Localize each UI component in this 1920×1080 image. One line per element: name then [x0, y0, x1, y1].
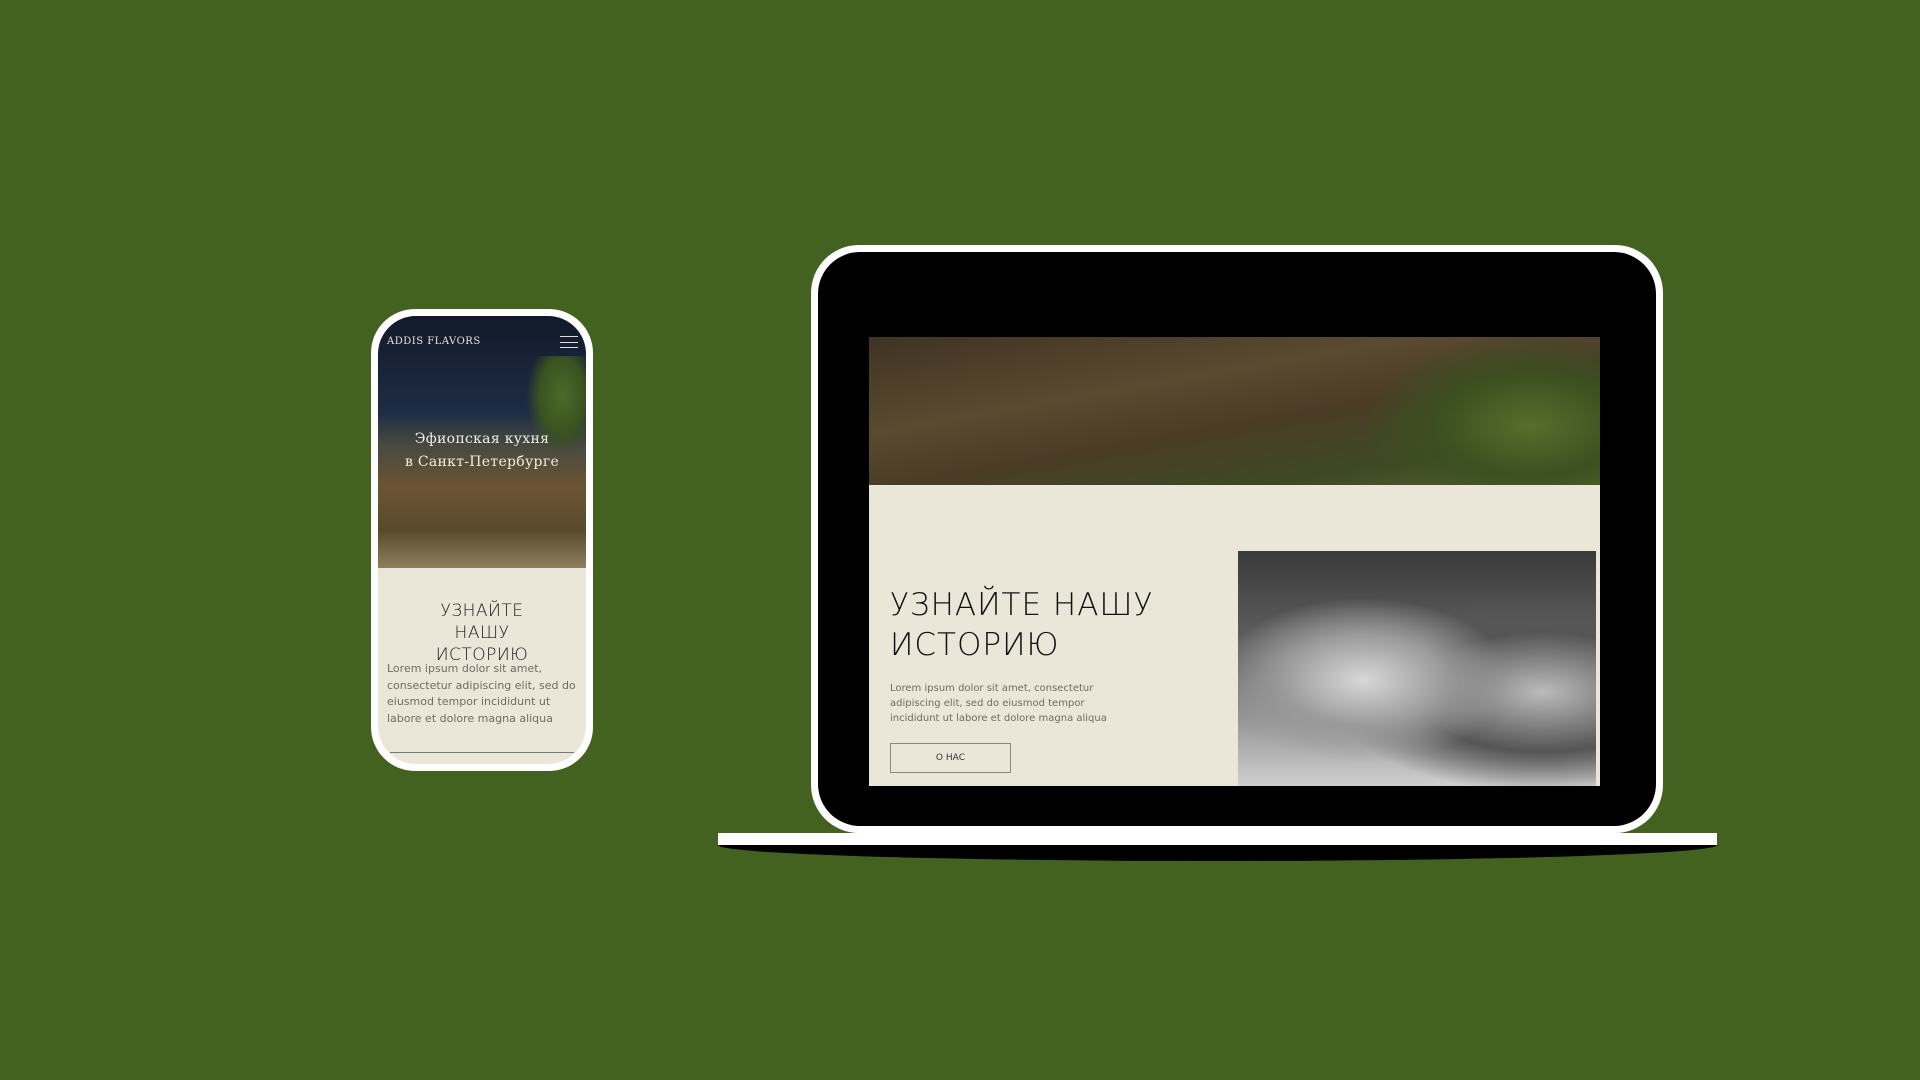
- chef-photo: [1238, 551, 1596, 786]
- story-paragraph: Lorem ipsum dolor sit amet, consectetur …: [890, 683, 1107, 724]
- hero-title: Эфиопская кухня в Санкт-Петербурге: [378, 428, 586, 474]
- story-heading: УЗНАЙТЕ НАШУ ИСТОРИЮ: [435, 601, 529, 665]
- about-button[interactable]: О НАС: [890, 743, 1011, 773]
- landscape-hero-image: [869, 337, 1600, 485]
- laptop-base: [718, 833, 1717, 845]
- laptop-mockup: УЗНАЙТЕ НАШУ ИСТОРИЮ Lorem ipsum dolor s…: [811, 245, 1663, 833]
- logo[interactable]: ADDIS FLAVORS: [387, 336, 481, 347]
- divider: [390, 752, 574, 753]
- story-heading: УЗНАЙТЕ НАШУ ИСТОРИЮ: [890, 587, 1154, 663]
- laptop-bezel: УЗНАЙТЕ НАШУ ИСТОРИЮ Lorem ipsum dolor s…: [818, 252, 1656, 826]
- hero-title-line-1: Эфиопская кухня: [414, 431, 550, 447]
- phone-screen: ADDIS FLAVORS Эфиопская кухня в Санкт-Пе…: [378, 316, 586, 764]
- laptop-screen: УЗНАЙТЕ НАШУ ИСТОРИЮ Lorem ipsum dolor s…: [869, 337, 1600, 786]
- phone-hero-image: ADDIS FLAVORS Эфиопская кухня в Санкт-Пе…: [378, 316, 586, 568]
- hero-title-line-2: в Санкт-Петербурге: [404, 454, 560, 470]
- story-paragraph: Lorem ipsum dolor sit amet, consectetur …: [387, 662, 576, 725]
- laptop-base-shadow: [718, 845, 1717, 861]
- phone-mockup: ADDIS FLAVORS Эфиопская кухня в Санкт-Пе…: [371, 309, 593, 771]
- hamburger-icon[interactable]: [560, 336, 578, 348]
